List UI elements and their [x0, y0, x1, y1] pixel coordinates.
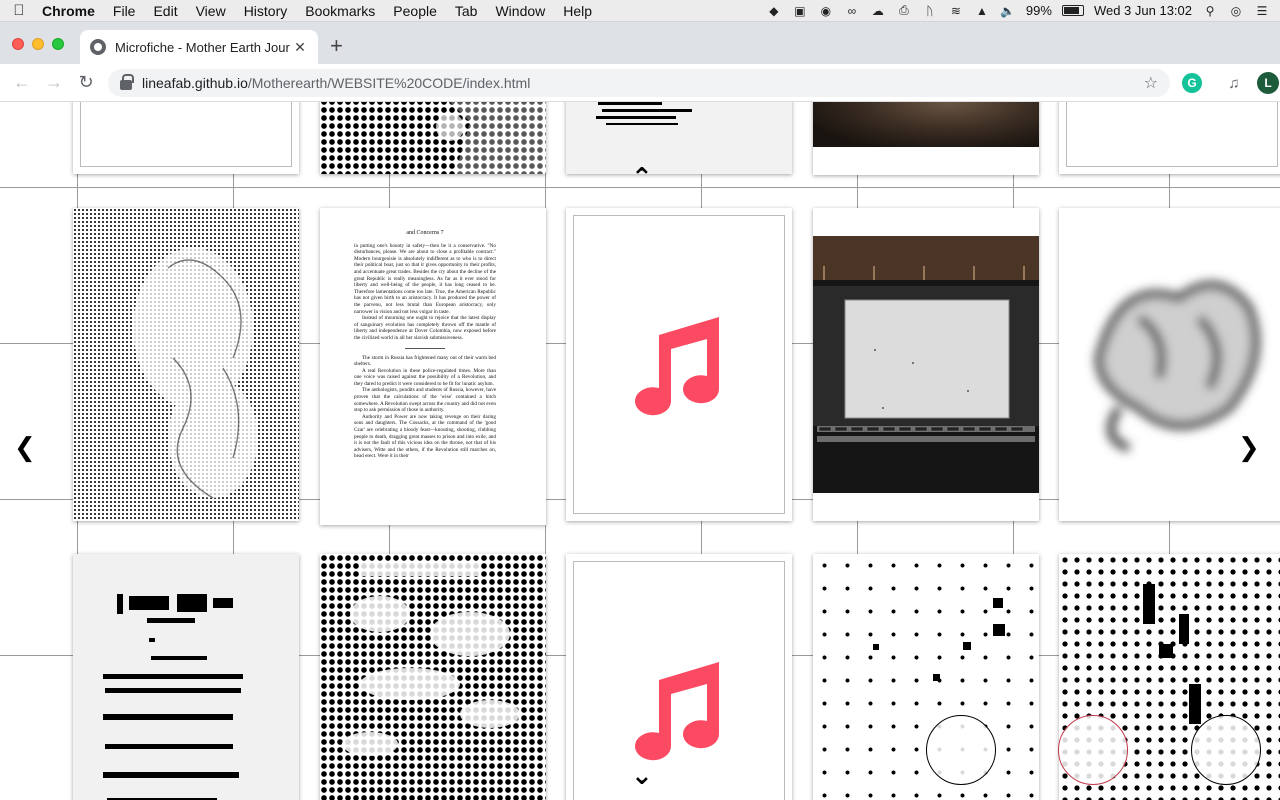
sparse-halftone-pattern [873, 598, 1005, 681]
window-controls [12, 38, 64, 50]
gallery-card-blurred-ornament[interactable] [1059, 208, 1280, 521]
gallery-card-audio-2[interactable] [566, 554, 792, 800]
address-bar[interactable]: lineafab.github.io/Motherearth/WEBSITE%2… [108, 69, 1170, 97]
halftone-figure [436, 102, 546, 174]
tab-strip: Microfiche - Mother Earth Jour ✕ + [0, 22, 1280, 64]
gallery-card-photo-monitor[interactable] [813, 208, 1039, 521]
menu-edit[interactable]: Edit [144, 3, 186, 19]
menu-window[interactable]: Window [486, 3, 554, 19]
document-paragraph: The anthologists, pundits and students o… [354, 387, 496, 414]
play-circle-button[interactable] [1191, 715, 1261, 785]
new-tab-icon[interactable]: + [330, 35, 343, 57]
faint-figure-drawing [133, 248, 258, 499]
siri-icon[interactable]: ◎ [1228, 4, 1244, 18]
grammarly-extension-icon[interactable]: G [1182, 73, 1202, 93]
gallery-card-text-scan-2[interactable] [73, 554, 299, 800]
browser-toolbar: ← → ↻ lineafab.github.io/Motherearth/WEB… [0, 64, 1280, 102]
document-divider [405, 347, 445, 349]
battery-percent[interactable]: 99% [1026, 3, 1052, 18]
browser-tab-active[interactable]: Microfiche - Mother Earth Jour ✕ [80, 30, 318, 64]
back-arrow-icon[interactable]: ← [6, 72, 38, 93]
microfiche-gallery: ⌃ and Concerns 7 in putting one's bounty… [0, 102, 1280, 800]
gallery-card-sparse-dots[interactable] [813, 554, 1039, 800]
menu-view[interactable]: View [187, 3, 235, 19]
airplay-icon[interactable]: ▲ [974, 4, 990, 18]
gallery-card-blank-top-5[interactable] [1059, 102, 1280, 174]
computer-mouse-photo [813, 102, 1039, 147]
scroll-down-chevron-icon[interactable]: ⌄ [631, 762, 653, 788]
media-control-icon[interactable]: ♫ [1224, 73, 1244, 93]
document-page-text: and Concerns 7 in putting one's bounty i… [354, 230, 496, 460]
document-page-header: and Concerns 7 [406, 230, 444, 236]
scan-fragment [596, 102, 692, 125]
printer-icon[interactable]: ⎙ [896, 3, 912, 18]
monitor-photo [813, 236, 1039, 493]
url-path: /Motherearth/WEBSITE%20CODE/index.html [247, 75, 531, 91]
pixelated-text-scan [103, 594, 243, 800]
music-note-icon [635, 316, 720, 415]
clock[interactable]: Wed 3 Jun 13:02 [1094, 3, 1192, 18]
spotlight-search-icon[interactable]: ⚲ [1202, 4, 1218, 18]
gallery-card-audio-1[interactable] [566, 208, 792, 521]
next-arrow-icon[interactable]: ❯ [1238, 434, 1260, 460]
volume-icon[interactable]: 🔈 [1000, 4, 1016, 18]
reload-icon[interactable]: ↻ [70, 72, 102, 93]
close-window-button[interactable] [12, 38, 24, 50]
gallery-card-document-page[interactable]: and Concerns 7 in putting one's bounty i… [320, 208, 546, 525]
notification-center-icon[interactable]: ☰ [1254, 4, 1270, 18]
display-icon[interactable]: ▣ [792, 4, 808, 18]
menu-file[interactable]: File [104, 3, 145, 19]
gallery-card-halftone-crowd[interactable] [320, 554, 546, 800]
fullscreen-window-button[interactable] [52, 38, 64, 50]
battery-icon[interactable] [1061, 5, 1084, 16]
document-paragraph: Authority and Power are now taking reven… [354, 413, 496, 460]
profile-avatar[interactable]: L [1257, 72, 1279, 94]
minimize-window-button[interactable] [32, 38, 44, 50]
menu-tab[interactable]: Tab [446, 3, 487, 19]
dropbox-icon[interactable]: ◆ [766, 4, 782, 18]
document-paragraph: in putting one's bounty in safety—then b… [354, 242, 496, 315]
record-circle-button[interactable] [1058, 715, 1128, 785]
previous-arrow-icon[interactable]: ❮ [14, 434, 36, 460]
gallery-card-halftone-top-2[interactable] [320, 102, 546, 174]
cloud-sync-icon[interactable]: ☁ [870, 4, 886, 18]
menu-help[interactable]: Help [554, 3, 601, 19]
menu-history[interactable]: History [235, 3, 297, 19]
halftone-crowd-image [342, 562, 520, 756]
evernote-icon[interactable]: ◉ [818, 4, 834, 18]
document-paragraph: Instead of mourning one ought to rejoice… [354, 315, 496, 341]
document-paragraph: The storm in Russia has frightened many … [354, 354, 496, 368]
gallery-card-halftone-figure-1[interactable] [73, 208, 299, 521]
card-frame [80, 102, 292, 167]
wifi-icon[interactable]: ≋ [948, 4, 964, 18]
card-frame [1066, 102, 1278, 167]
forward-arrow-icon[interactable]: → [38, 72, 70, 93]
gallery-card-text-scan-top-3[interactable] [566, 102, 792, 174]
scroll-up-chevron-icon[interactable]: ⌃ [631, 164, 653, 190]
status-area: ◆ ▣ ◉ ∞ ☁ ⎙ ᚢ ≋ ▲ 🔈 99% Wed 3 Jun 13:02 … [766, 3, 1280, 18]
play-circle-button[interactable] [926, 715, 996, 785]
apple-logo-icon[interactable]:  [0, 2, 38, 19]
url-host: lineafab.github.io [142, 75, 248, 91]
bookmark-star-icon[interactable]: ☆ [1144, 73, 1158, 93]
menu-bookmarks[interactable]: Bookmarks [296, 3, 384, 19]
menu-people[interactable]: People [384, 3, 446, 19]
gallery-card-blank-top-1[interactable] [73, 102, 299, 174]
document-paragraph: A real Revolution in these police-regula… [354, 367, 496, 387]
lock-icon[interactable] [120, 74, 134, 90]
tab-close-icon[interactable]: ✕ [292, 39, 308, 56]
globe-favicon-icon [90, 39, 106, 55]
gallery-card-photo-mouse-top-4[interactable] [813, 102, 1039, 175]
blurred-ornament-image [1094, 280, 1261, 453]
macos-menu-bar:  Chrome File Edit View History Bookmark… [0, 0, 1280, 22]
bluetooth-icon[interactable]: ᚢ [922, 4, 938, 18]
music-note-icon [635, 662, 720, 761]
tab-title: Microfiche - Mother Earth Jour [115, 39, 290, 55]
menu-app-name[interactable]: Chrome [38, 3, 104, 19]
creative-cloud-icon[interactable]: ∞ [844, 4, 860, 18]
